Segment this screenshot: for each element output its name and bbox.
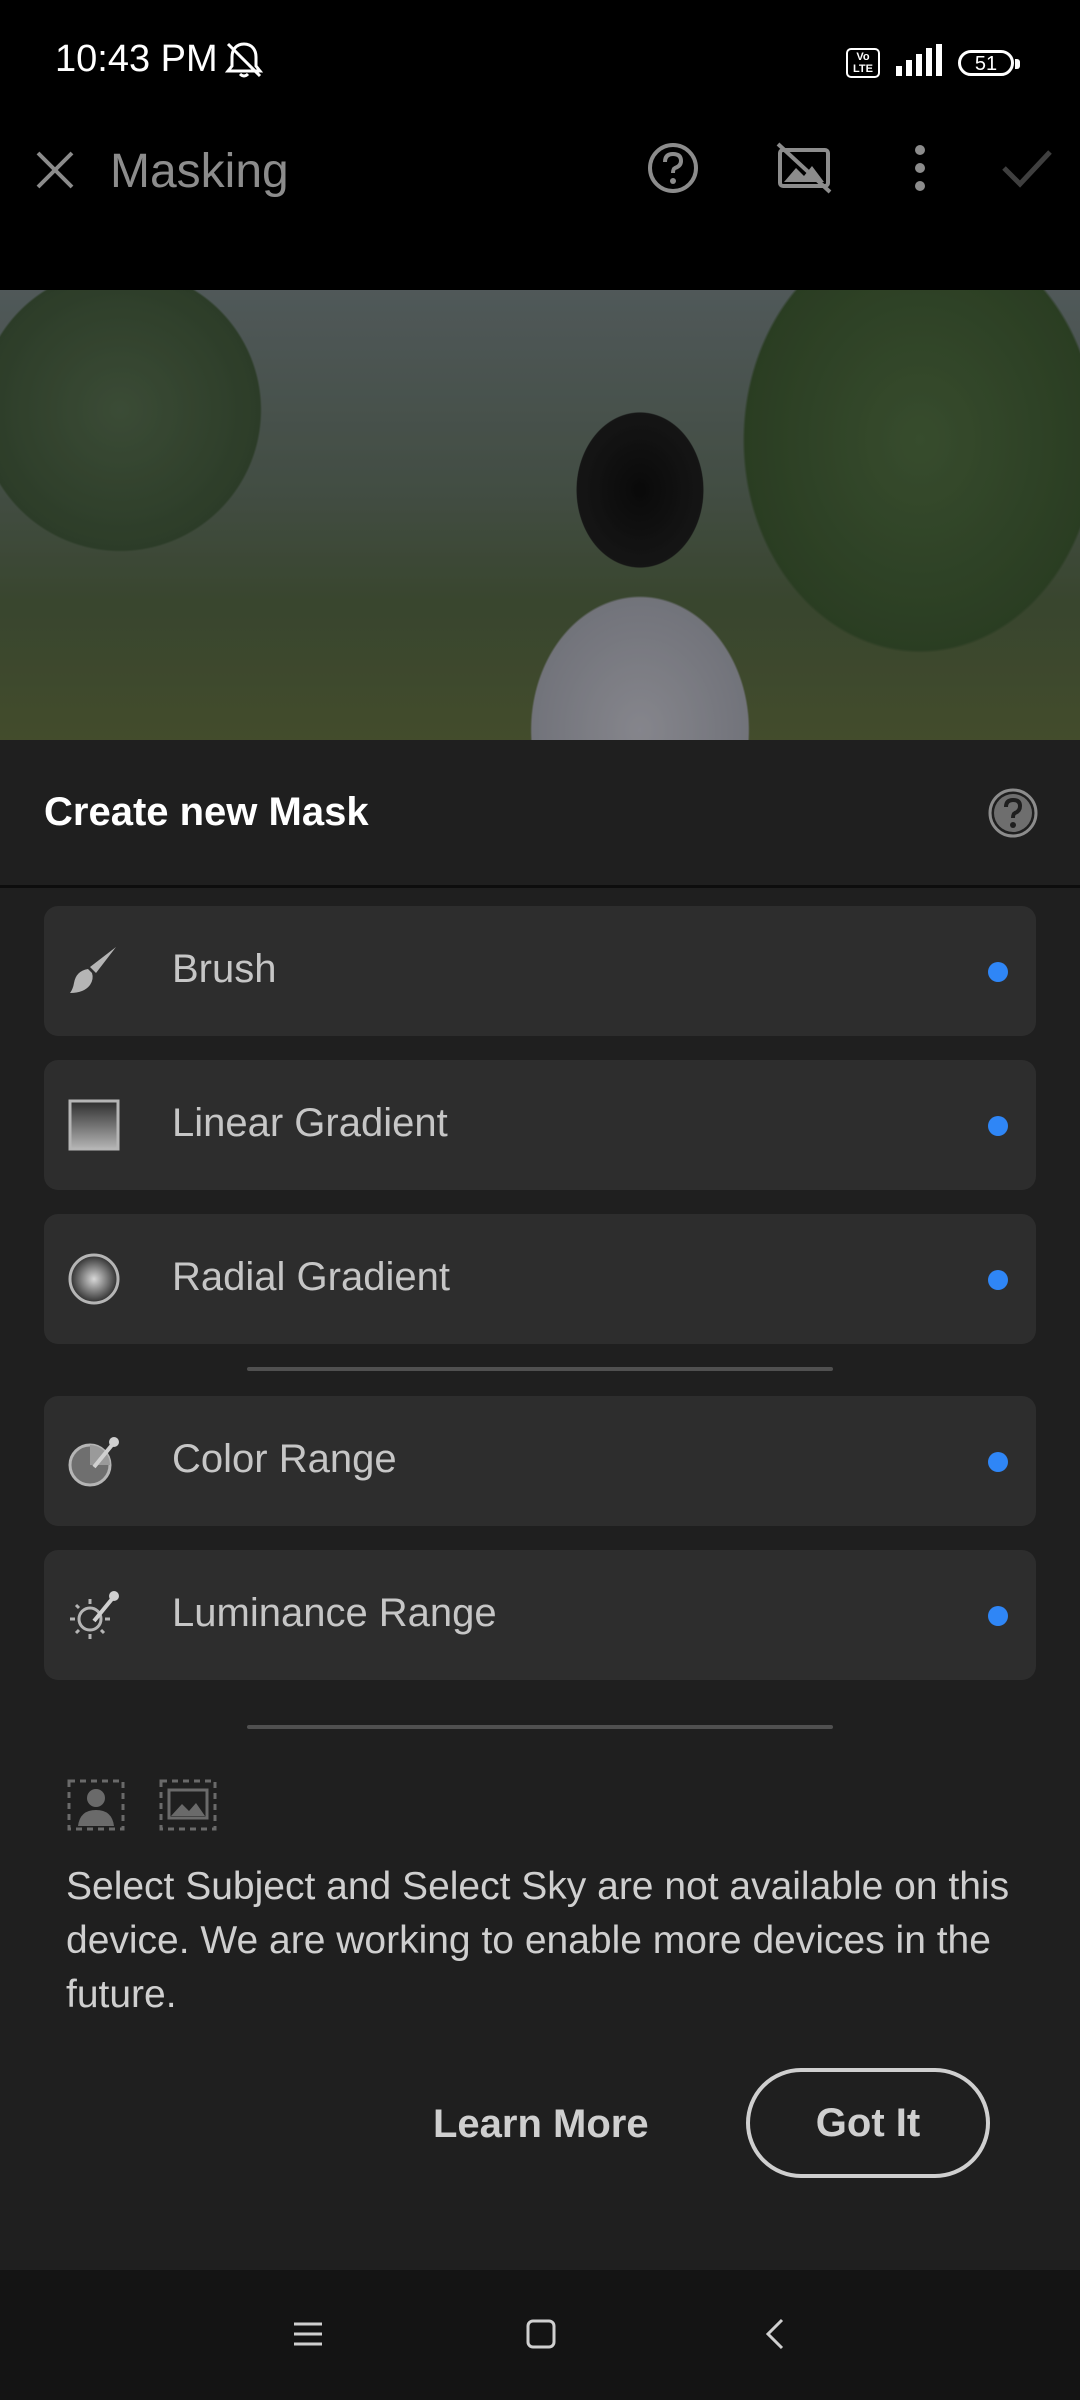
create-mask-sheet: Create new Mask Brush Linear Gradient Ra…: [0, 740, 1080, 2270]
color-range-icon: [66, 1433, 122, 1489]
menu-icon[interactable]: [290, 2314, 326, 2359]
unavailable-info-text: Select Subject and Select Sky are not av…: [66, 1865, 1010, 2016]
mask-option-label: Luminance Range: [172, 1591, 497, 1635]
signal-icon: [894, 44, 944, 81]
back-icon[interactable]: [758, 2314, 794, 2359]
system-nav-bar: [0, 2270, 1080, 2400]
new-feature-dot: [988, 1606, 1008, 1626]
mask-overlay-off-icon[interactable]: [774, 140, 834, 201]
checkmark-icon[interactable]: [996, 140, 1056, 201]
section-divider: [247, 1367, 833, 1371]
mask-option-brush[interactable]: Brush: [44, 906, 1036, 1036]
mask-option-label: Radial Gradient: [172, 1255, 450, 1299]
new-feature-dot: [988, 1116, 1008, 1136]
new-feature-dot: [988, 962, 1008, 982]
new-feature-dot: [988, 1270, 1008, 1290]
help-icon[interactable]: [645, 140, 701, 201]
radial-gradient-icon: [66, 1251, 122, 1307]
mask-option-label: Linear Gradient: [172, 1101, 448, 1145]
mask-option-label: Brush: [172, 947, 277, 991]
page-title: Masking: [110, 145, 289, 198]
sheet-title: Create new Mask: [44, 790, 369, 834]
linear-gradient-icon: [66, 1097, 122, 1153]
status-time: 10:43 PM: [55, 38, 218, 80]
mask-option-label: Color Range: [172, 1437, 397, 1481]
mask-option-luminance-range[interactable]: Luminance Range: [44, 1550, 1036, 1680]
learn-more-button[interactable]: Learn More: [433, 2102, 649, 2147]
status-bar: 10:43 PM Vo LTE 51: [0, 0, 1080, 120]
sheet-header: Create new Mask: [0, 740, 1080, 888]
luminance-range-icon: [66, 1587, 122, 1643]
mask-option-radial-gradient[interactable]: Radial Gradient: [44, 1214, 1036, 1344]
mask-option-linear-gradient[interactable]: Linear Gradient: [44, 1060, 1036, 1190]
photo-dim-overlay: [0, 290, 1080, 740]
photo-preview[interactable]: [0, 290, 1080, 740]
volte-icon: Vo LTE: [846, 47, 880, 78]
close-icon[interactable]: [30, 145, 80, 195]
select-subject-icon: [66, 1778, 126, 1837]
more-vert-icon[interactable]: [890, 140, 950, 201]
ai-mask-icons: [66, 1778, 218, 1837]
brush-icon: [66, 943, 122, 999]
got-it-button[interactable]: Got It: [746, 2068, 990, 2178]
mask-option-color-range[interactable]: Color Range: [44, 1396, 1036, 1526]
home-icon[interactable]: [522, 2314, 558, 2359]
help-icon[interactable]: [986, 786, 1040, 845]
new-feature-dot: [988, 1452, 1008, 1472]
top-app-bar: Masking: [0, 120, 1080, 290]
bell-off-icon: [222, 40, 266, 85]
section-divider: [247, 1725, 833, 1729]
battery-icon: 51: [958, 49, 1020, 76]
select-sky-icon: [158, 1778, 218, 1837]
